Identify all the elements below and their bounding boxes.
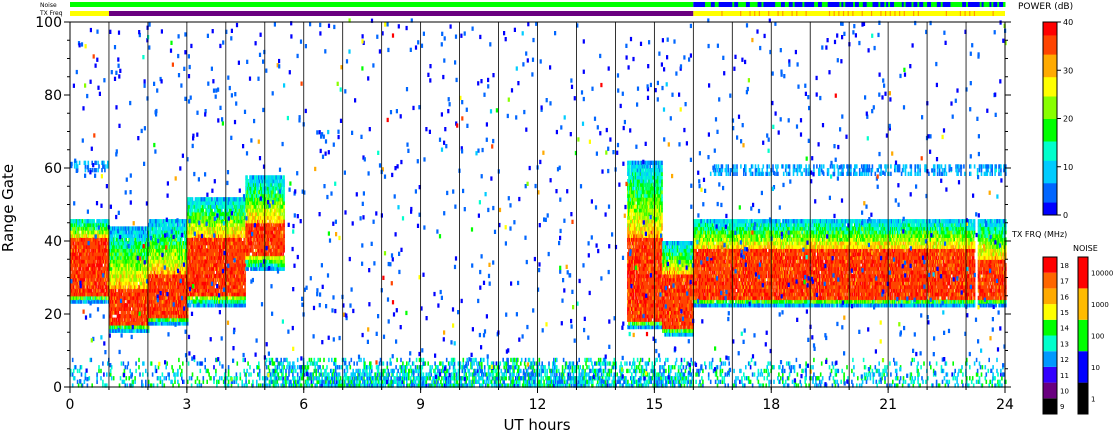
txfreq-strip-cell xyxy=(805,11,807,16)
txfreq-strip-cell xyxy=(782,11,784,16)
power-pixel xyxy=(180,321,182,326)
txfreq-strip-cell xyxy=(777,11,779,16)
txfreq-strip-cell xyxy=(740,11,742,16)
txfreq-strip-segment xyxy=(108,11,694,16)
txfreq-strip-cell xyxy=(913,11,915,16)
power-pixel xyxy=(93,219,95,224)
range-time-plot: Noise TX Freq 0 3 6 9 12 15 18 21 24 02040608010… xyxy=(0,0,1118,435)
txfreq-strip-cell xyxy=(791,11,793,16)
txfreq-strip-cell xyxy=(861,11,863,16)
noise-strip-label: Noise xyxy=(40,2,57,9)
txfreq-strip-cell xyxy=(945,11,947,16)
power-pixel xyxy=(148,255,151,260)
power-pixel xyxy=(204,204,206,209)
txfreq-strip-cell xyxy=(833,11,835,16)
txfreq-strip-segment xyxy=(70,11,109,16)
power-pixel xyxy=(124,255,127,260)
txfreq-strip-cell xyxy=(964,11,966,16)
txfreq-strip-cell xyxy=(749,11,751,16)
noise-strip-segment xyxy=(70,2,694,7)
txfreq-strip-cell xyxy=(880,11,882,16)
txfreq-strip-cell xyxy=(969,11,971,16)
txfreq-strip-cell xyxy=(847,11,849,16)
txfreq-strip-cell xyxy=(917,11,919,16)
txfreq-strip-cell xyxy=(992,11,994,16)
txfreq-strip-cell xyxy=(889,11,891,16)
power-pixel xyxy=(158,321,161,326)
power-pixel xyxy=(99,219,101,224)
txfreq-strip-cell xyxy=(768,11,770,16)
power-pixel xyxy=(215,303,217,308)
txfreq-strip-cell xyxy=(899,11,901,16)
power-pixel xyxy=(243,237,245,242)
power-pixel xyxy=(124,284,127,290)
txfreq-strip-cell xyxy=(852,11,854,16)
power-pixel xyxy=(78,255,81,260)
txfreq-strip-cell xyxy=(959,11,962,16)
power-pixel xyxy=(216,204,218,209)
power-pixel xyxy=(244,273,246,279)
power-pixel xyxy=(199,204,202,209)
txfreq-strip-cell xyxy=(885,11,887,16)
power-pixel xyxy=(213,303,215,308)
power-pixel xyxy=(120,292,123,297)
power-pixel xyxy=(231,204,234,209)
power-pixel xyxy=(78,233,81,238)
power-pixel xyxy=(153,292,156,297)
txfreq-strip-cell xyxy=(894,11,896,16)
power-pixel xyxy=(187,292,190,297)
txfreq-strip-cell xyxy=(870,11,873,16)
power-pixel xyxy=(189,303,192,308)
power-pixel xyxy=(205,303,207,308)
txfreq-strip-cell xyxy=(796,11,798,16)
txfreq-strip-cell xyxy=(838,11,840,16)
txfreq-strip-cell xyxy=(903,11,905,16)
power-pixel xyxy=(213,292,215,297)
power-pixel xyxy=(81,219,84,224)
txfreq-strip-cell xyxy=(721,11,723,16)
txfreq-strip-cell xyxy=(828,11,831,16)
txfreq-strip-cell xyxy=(758,11,760,16)
power-pixel xyxy=(101,292,103,297)
power-pixel xyxy=(244,292,246,297)
txfreq-strip-cell xyxy=(973,11,976,16)
power-pixel xyxy=(142,226,144,231)
noise-strip-cell xyxy=(1003,2,1006,7)
power-pixel xyxy=(244,295,246,301)
power-pixel xyxy=(221,303,223,308)
power-pixel xyxy=(178,292,180,297)
power-pixel xyxy=(106,295,108,301)
txfreq-strip-cell xyxy=(842,11,845,16)
txfreq-strip-cell xyxy=(754,11,756,16)
power-pixel xyxy=(179,259,181,264)
power-pixel xyxy=(184,219,187,224)
power-pixel xyxy=(203,255,205,260)
power-pixel xyxy=(170,255,172,260)
power-pixel xyxy=(160,219,163,224)
power-pixel xyxy=(244,303,246,308)
power-pixel xyxy=(162,292,165,297)
power-pixel xyxy=(244,284,246,290)
power-pixel xyxy=(226,292,229,297)
